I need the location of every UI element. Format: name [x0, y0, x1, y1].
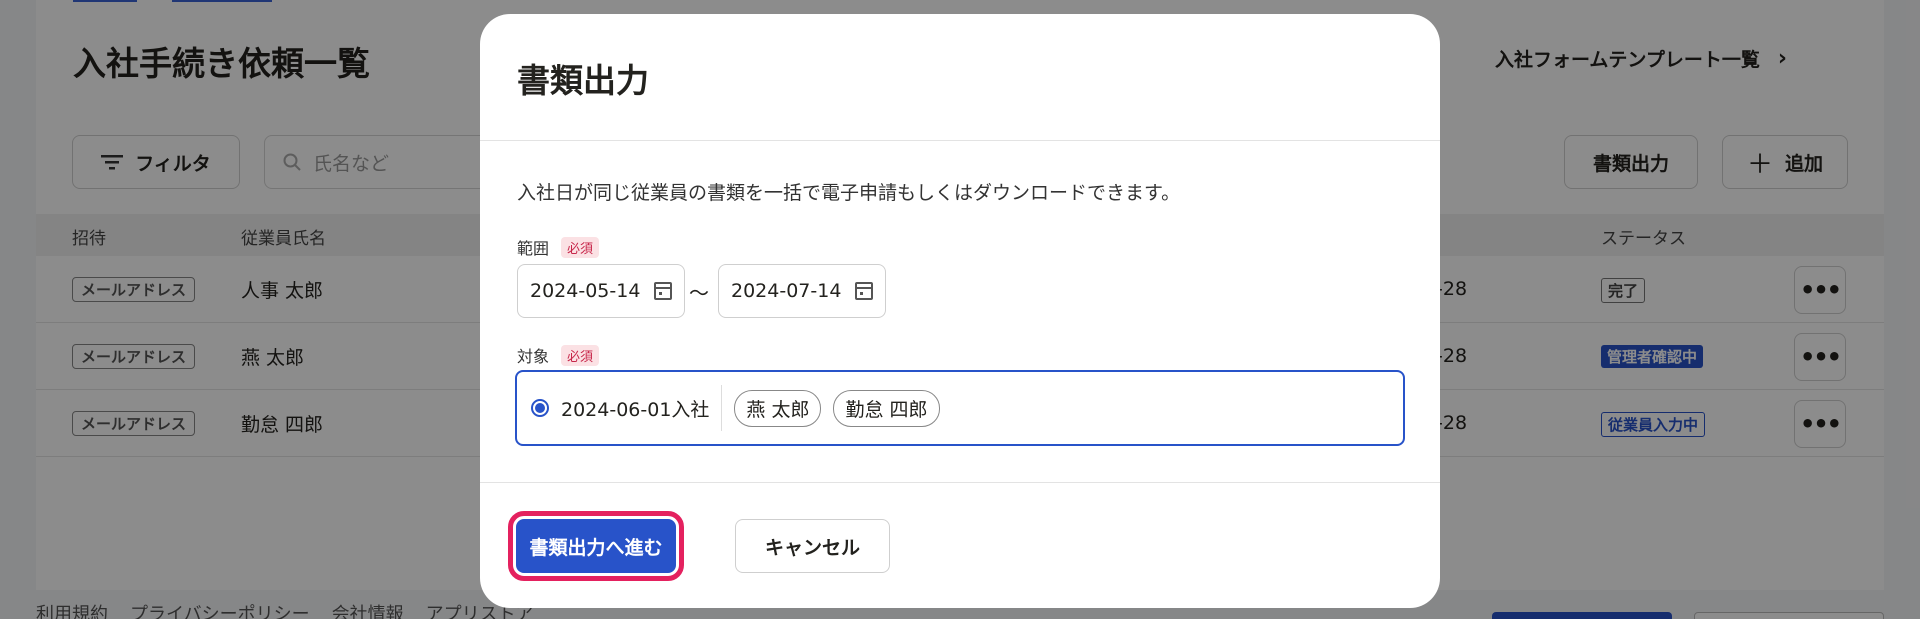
- date-to-input[interactable]: 2024-07-14: [718, 264, 886, 318]
- cancel-button[interactable]: キャンセル: [735, 519, 890, 573]
- target-date: 2024-06-01入社: [561, 398, 710, 421]
- target-label: 対象 必須: [517, 343, 600, 367]
- export-documents-dialog: 書類出力 入社日が同じ従業員の書類を一括で電子申請もしくはダウンロードできます。…: [480, 14, 1440, 608]
- dialog-description: 入社日が同じ従業員の書類を一括で電子申請もしくはダウンロードできます。: [517, 182, 1181, 204]
- calendar-icon[interactable]: [654, 282, 672, 300]
- target-label-text: 対象: [517, 347, 550, 366]
- radio-selected[interactable]: [531, 399, 549, 417]
- required-badge: 必須: [561, 236, 600, 258]
- calendar-icon[interactable]: [855, 282, 873, 300]
- range-label-text: 範囲: [517, 239, 550, 258]
- proceed-export-button[interactable]: 書類出力へ進む: [508, 511, 684, 581]
- dialog-title: 書類出力: [517, 61, 649, 100]
- range-separator: 〜: [689, 281, 709, 305]
- target-option[interactable]: 2024-06-01入社 燕 太郎 勤怠 四郎: [515, 370, 1405, 446]
- date-from-input[interactable]: 2024-05-14: [517, 264, 685, 318]
- required-badge: 必須: [561, 344, 600, 366]
- divider: [480, 140, 1440, 141]
- divider: [480, 482, 1440, 483]
- employee-chip: 燕 太郎: [734, 389, 822, 427]
- date-to-value: 2024-07-14: [731, 280, 842, 302]
- range-label: 範囲 必須: [517, 235, 600, 259]
- divider: [721, 385, 723, 431]
- date-from-value: 2024-05-14: [530, 280, 641, 302]
- employee-chip: 勤怠 四郎: [833, 389, 940, 427]
